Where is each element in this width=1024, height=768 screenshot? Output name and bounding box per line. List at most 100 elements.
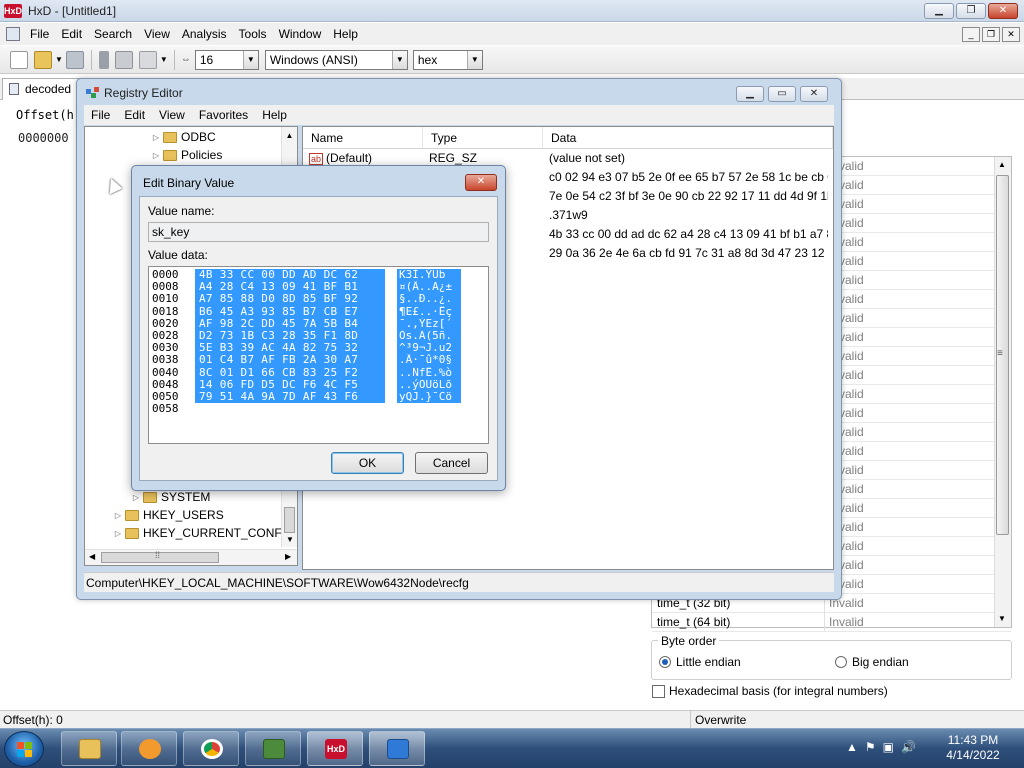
new-file-icon[interactable] [10,50,28,69]
column-header-name[interactable]: Name [303,127,423,148]
restore-button[interactable]: ❐ [956,3,986,19]
menu-edit[interactable]: Edit [117,105,152,125]
tree-item-hkey-current-config[interactable]: ▷ HKEY_CURRENT_CONFIG [113,524,294,542]
menu-analysis[interactable]: Analysis [176,23,233,45]
menu-help[interactable]: Help [255,105,294,125]
scroll-up-arrow-icon[interactable]: ▲ [998,160,1006,169]
hex-bytes[interactable]: 01 C4 B7 AF FB 2A 30 A7 [195,354,385,367]
tab-decoded[interactable]: decoded [2,78,80,100]
hex-bytes[interactable]: B6 45 A3 93 85 B7 CB E7 [195,305,385,318]
minimize-button[interactable]: ▁ [924,3,954,19]
hex-ascii[interactable]: ¤(Ä..A¿± [397,281,461,294]
close-button[interactable]: ✕ [800,86,828,102]
hex-ascii[interactable]: ¶E£..·Ëç [397,305,461,318]
volume-icon[interactable]: 🔊 [901,740,916,754]
menu-help[interactable]: Help [327,23,364,45]
ok-button[interactable]: OK [331,452,404,474]
tree-horizontal-scrollbar[interactable]: ◀ ⁞⁞ ▶ [85,549,297,565]
hex-ascii[interactable]: ..ÑfË.%ò [397,366,461,379]
expand-arrow-icon[interactable]: ▷ [113,511,123,520]
taskbar-regedit[interactable] [369,731,425,766]
document-icon[interactable] [6,27,20,41]
mdi-minimize-button[interactable]: _ [962,27,980,42]
little-endian-radio[interactable] [659,656,671,668]
hex-ascii[interactable]: ^³9¬J.u2 [397,342,461,355]
minimize-button[interactable]: ▁ [736,86,764,102]
hex-ascii[interactable]: K3Ì.Ý­Üb [397,269,461,282]
column-header-data[interactable]: Data [543,127,833,148]
hxd-app-icon[interactable]: HxD [4,3,22,18]
hex-ascii[interactable]: §..Ð..¿. [397,293,461,306]
close-file-icon[interactable] [98,50,109,69]
value-data-editor[interactable]: 0000 4B 33 CC 00 DD AD DC 62 K3Ì.Ý­Üb 0008 A… [148,266,489,444]
hex-ascii[interactable]: .Ä·¯û*0§ [397,354,461,367]
mdi-restore-button[interactable]: ❐ [982,27,1000,42]
print-icon[interactable] [114,50,133,69]
export-icon[interactable] [138,50,157,69]
flag-icon[interactable]: ⚑ [865,740,876,754]
hex-line[interactable]: 0038 01 C4 B7 AF FB 2A 30 A7 .Ä·¯û*0§ [149,354,488,367]
menu-file[interactable]: File [84,105,117,125]
scroll-right-arrow-icon[interactable]: ▶ [285,552,291,561]
clock[interactable]: 11:43 PM 4/14/2022 [938,733,1008,763]
little-endian-option[interactable]: Little endian [659,655,741,669]
menu-view[interactable]: View [138,23,176,45]
close-button[interactable]: ✕ [988,3,1018,19]
hex-line[interactable]: 0010 A7 85 88 D0 8D 85 BF 92 §..Ð..¿. [149,293,488,306]
hex-basis-option[interactable]: Hexadecimal basis (for integral numbers) [652,684,888,698]
chevron-down-icon[interactable]: ▼ [242,50,258,69]
base-select[interactable]: hex ▼ [412,49,483,70]
chevron-down-icon[interactable]: ▼ [391,50,407,69]
hex-line[interactable]: 0058 [149,402,488,415]
taskbar-explorer[interactable] [61,731,117,766]
taskbar-hxd[interactable]: HxD [307,731,363,766]
mdi-close-button[interactable]: ✕ [1002,27,1020,42]
menu-view[interactable]: View [152,105,192,125]
tree-item-odbc[interactable]: ▷ ODBC [151,128,216,146]
tree-item-hkey-users[interactable]: ▷ HKEY_USERS [113,506,224,524]
hex-ascii[interactable]: Òs.Ã(5ñ. [397,329,461,343]
menu-window[interactable]: Window [273,23,328,45]
chevron-down-icon[interactable]: ▼ [466,50,482,69]
hxd-title-bar[interactable]: HxD HxD - [Untitled1] [0,0,1024,22]
big-endian-radio[interactable] [835,656,847,668]
hex-line[interactable]: 0018 B6 45 A3 93 85 B7 CB E7 ¶E£..·Ëç [149,305,488,318]
bytes-per-row-select[interactable]: 16 ▼ [194,49,259,70]
hex-bytes[interactable]: A7 85 88 D0 8D 85 BF 92 [195,293,385,306]
hex-basis-checkbox[interactable] [652,684,665,698]
show-hidden-icons-icon[interactable]: ▲ [846,740,858,754]
menu-tools[interactable]: Tools [233,23,273,45]
hex-bytes[interactable]: 8C 01 D1 66 CB 83 25 F2 [195,366,385,379]
inspector-row[interactable]: time_t (64 bit) Invalid [652,613,1011,632]
column-header-type[interactable]: Type [423,127,543,148]
hex-ascii[interactable]: ¯.,ÝEz[´ [397,317,461,330]
taskbar-media-player[interactable] [121,731,177,766]
open-dropdown-chevron-icon[interactable]: ▼ [55,55,63,64]
scroll-up-arrow-icon[interactable]: ▲ [282,131,297,140]
registry-editor-icon[interactable] [85,86,101,100]
tree-scroll-thumb[interactable] [284,507,295,533]
charset-select[interactable]: Windows (ANSI) ▼ [264,49,408,70]
hex-ascii[interactable]: yQJ.}¯Cö [397,390,461,404]
network-icon[interactable]: ▣ [883,740,894,754]
cancel-button[interactable]: Cancel [415,452,488,474]
menu-edit[interactable]: Edit [55,23,88,45]
value-name-field[interactable]: sk_key [148,222,489,242]
hex-ascii[interactable]: ..ýÕÜöLõ [397,378,461,391]
save-icon[interactable] [65,50,84,69]
hex-bytes[interactable]: 79 51 4A 9A 7D AF 43 F6 [195,390,385,404]
menu-favorites[interactable]: Favorites [192,105,255,125]
scroll-down-arrow-icon[interactable]: ▼ [998,614,1006,623]
hex-line[interactable]: 0050 79 51 4A 9A 7D AF 43 F6 yQJ.}¯Cö [149,390,488,404]
big-endian-option[interactable]: Big endian [835,655,909,669]
export-dropdown-chevron-icon[interactable]: ▼ [160,55,168,64]
taskbar-network-app[interactable] [245,731,301,766]
expand-arrow-icon[interactable]: ▷ [113,529,123,538]
hex-line[interactable]: 0040 8C 01 D1 66 CB 83 25 F2 ..ÑfË.%ò [149,366,488,379]
menu-search[interactable]: Search [88,23,138,45]
expand-arrow-icon[interactable]: ▷ [151,151,161,160]
expand-arrow-icon[interactable]: ▷ [151,133,161,142]
scroll-down-arrow-icon[interactable]: ▼ [286,535,294,544]
taskbar-chrome[interactable] [183,731,239,766]
dialog-close-button[interactable]: ✕ [465,174,497,191]
